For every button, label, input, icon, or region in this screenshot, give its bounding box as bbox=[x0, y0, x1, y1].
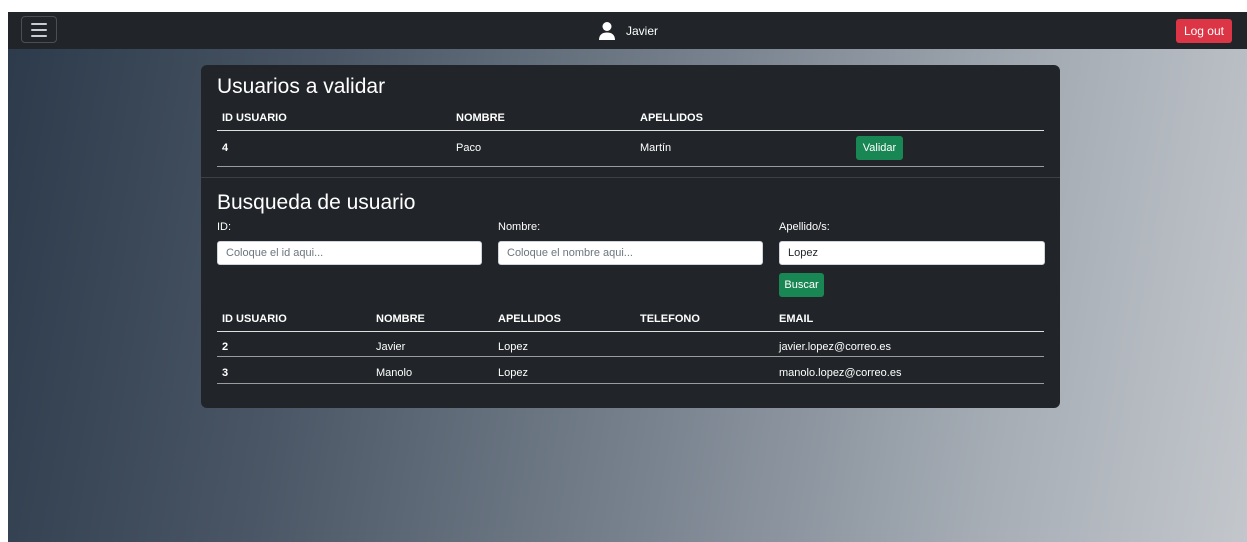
cell-apellidos: Lopez bbox=[498, 341, 528, 353]
logout-button[interactable]: Log out bbox=[1175, 19, 1232, 43]
cell-id: 3 bbox=[222, 367, 229, 379]
nombre-label: Nombre: bbox=[498, 221, 541, 233]
header-apellidos: APELLIDOS bbox=[498, 313, 561, 325]
header-nombre: NOMBRE bbox=[456, 112, 505, 124]
cell-id: 4 bbox=[222, 142, 229, 154]
cell-nombre: Javier bbox=[376, 341, 406, 353]
header-id-usuario: ID USUARIO bbox=[222, 313, 287, 325]
cell-nombre: Paco bbox=[456, 142, 482, 154]
cell-email: manolo.lopez@correo.es bbox=[779, 367, 902, 379]
search-title: Busqueda de usuario bbox=[217, 191, 416, 214]
table-divider bbox=[217, 166, 1044, 167]
hamburger-icon-bar bbox=[31, 28, 47, 31]
cell-apellidos: Martín bbox=[640, 142, 672, 154]
cell-id: 2 bbox=[222, 341, 229, 353]
table-divider bbox=[217, 331, 1044, 332]
hamburger-icon-bar bbox=[31, 34, 47, 37]
table-divider bbox=[217, 356, 1044, 357]
app-viewport: Javier Log out Usuarios a validar ID USU… bbox=[8, 12, 1247, 542]
menu-toggle-button[interactable] bbox=[21, 16, 57, 43]
header-nombre: NOMBRE bbox=[376, 313, 425, 325]
section-separator bbox=[201, 177, 1060, 178]
cell-apellidos: Lopez bbox=[498, 367, 528, 379]
hamburger-icon-bar bbox=[31, 22, 47, 25]
cell-nombre: Manolo bbox=[376, 367, 413, 379]
apellidos-label: Apellido/s: bbox=[779, 221, 830, 233]
main-card: Usuarios a validar ID USUARIO NOMBRE APE… bbox=[201, 65, 1060, 408]
top-navbar: Javier Log out bbox=[8, 12, 1247, 49]
user-icon bbox=[599, 22, 615, 40]
header-telefono: TELEFONO bbox=[640, 313, 700, 325]
header-email: EMAIL bbox=[779, 313, 814, 325]
header-apellidos: APELLIDOS bbox=[640, 112, 703, 124]
search-button[interactable]: Buscar bbox=[779, 273, 824, 297]
validate-title: Usuarios a validar bbox=[217, 75, 386, 98]
nombre-search-input[interactable] bbox=[498, 241, 763, 265]
cell-email: javier.lopez@correo.es bbox=[779, 341, 892, 353]
id-search-input[interactable] bbox=[217, 241, 482, 265]
validate-button[interactable]: Validar bbox=[856, 136, 903, 160]
user-name: Javier bbox=[626, 24, 659, 38]
table-divider bbox=[217, 130, 1044, 131]
current-user: Javier bbox=[598, 20, 658, 42]
table-divider bbox=[217, 383, 1044, 384]
id-label: ID: bbox=[217, 221, 232, 233]
apellidos-search-input[interactable] bbox=[779, 241, 1045, 265]
header-id-usuario: ID USUARIO bbox=[222, 112, 287, 124]
